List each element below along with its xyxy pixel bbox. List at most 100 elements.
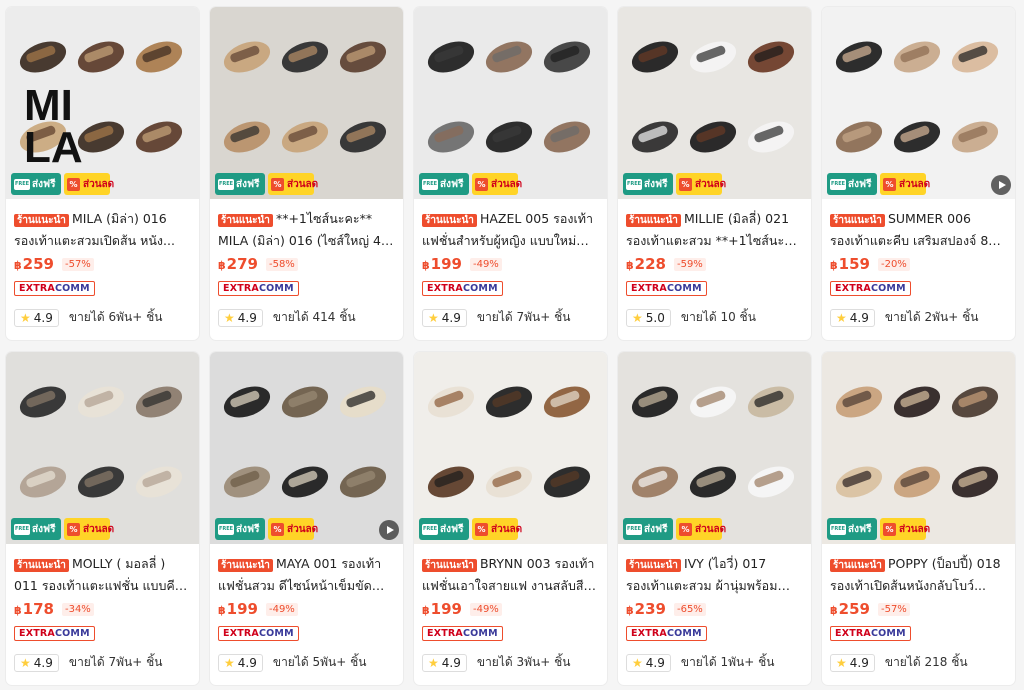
product-image[interactable]: ส่งฟรี % ส่วนลด xyxy=(414,352,607,544)
discount-percent: -57% xyxy=(877,602,910,616)
product-meta: ★ 4.9 ขายได้ 7พัน+ ชิ้น xyxy=(14,653,191,672)
extra-label: EXTRA xyxy=(427,628,463,639)
star-icon: ★ xyxy=(224,310,235,325)
product-card[interactable]: ส่งฟรี % ส่วนลด ร้านแนะนำIVY (ไอวี่) 017… xyxy=(618,352,811,685)
rating-value: 4.9 xyxy=(237,310,257,325)
product-title[interactable]: ร้านแนะนำ **+1ไซส์นะคะ** MILA (มิล่า) 016… xyxy=(218,209,395,249)
discount-label: ส่วนลด xyxy=(491,178,523,190)
price-value: 259 xyxy=(838,600,870,618)
star-icon: ★ xyxy=(428,655,439,670)
product-photo xyxy=(618,352,811,544)
promo-badges: ส่งฟรี % ส่วนลด xyxy=(419,518,522,540)
promo-badges: ส่งฟรี % ส่วนลด xyxy=(623,173,726,195)
discount-badge: % ส่วนลด xyxy=(880,173,930,195)
price: ฿159 xyxy=(830,255,870,273)
product-title[interactable]: ร้านแนะนำ MILA (มิล่า) 016 รองเท้าแตะสวมเ… xyxy=(14,209,191,249)
free-shipping-badge: ส่งฟรี xyxy=(215,173,265,195)
free-shipping-label: ส่งฟรี xyxy=(32,178,56,190)
product-image[interactable]: MI LA ส่งฟรี % ส่วนลด xyxy=(6,7,199,199)
product-image[interactable]: ส่งฟรี % ส่วนลด xyxy=(822,7,1015,199)
currency-symbol: ฿ xyxy=(422,604,430,617)
product-image[interactable]: ส่งฟรี % ส่วนลด xyxy=(618,7,811,199)
rating-badge: ★ 4.9 xyxy=(218,653,263,672)
product-image[interactable]: ส่งฟรี % ส่วนลด xyxy=(414,7,607,199)
price-row: ฿259 -57% xyxy=(14,253,191,275)
price-row: ฿228 -59% xyxy=(626,253,803,275)
star-icon: ★ xyxy=(224,655,235,670)
extra-comm-badge: EXTRACOMM xyxy=(830,281,911,296)
rating-badge: ★ 4.9 xyxy=(830,653,875,672)
rating-badge: ★ 4.9 xyxy=(14,653,59,672)
shop-badge: ร้านแนะนำ xyxy=(218,559,273,572)
play-icon[interactable] xyxy=(991,175,1011,195)
product-card[interactable]: ส่งฟรี % ส่วนลด ร้านแนะนำSUMMER 006 รองเ… xyxy=(822,7,1015,340)
price-row: ฿159 -20% xyxy=(830,253,1007,275)
product-card[interactable]: ส่งฟรี % ส่วนลด ร้านแนะนำMOLLY ( มอลลี่ … xyxy=(6,352,199,685)
product-image[interactable]: ส่งฟรี % ส่วนลด xyxy=(618,352,811,544)
discount-percent: -34% xyxy=(61,602,94,616)
product-card[interactable]: ส่งฟรี % ส่วนลด ร้านแนะนำBRYNN 003 รองเท… xyxy=(414,352,607,685)
price-row: ฿199 -49% xyxy=(422,598,599,620)
product-title[interactable]: ร้านแนะนำ HAZEL 005 รองเท้าแฟชั่นสำหรับผู… xyxy=(422,209,599,249)
price-value: 159 xyxy=(838,255,870,273)
comm-label: COMM xyxy=(54,283,90,294)
percent-icon: % xyxy=(67,177,80,191)
shop-badge: ร้านแนะนำ xyxy=(218,214,273,227)
shop-badge: ร้านแนะนำ xyxy=(830,214,885,227)
product-meta: ★ 4.9 ขายได้ 218 ชิ้น xyxy=(830,653,1007,672)
shop-badge: ร้านแนะนำ xyxy=(830,559,885,572)
rating-badge: ★ 4.9 xyxy=(830,308,875,327)
product-meta: ★ 4.9 ขายได้ 5พัน+ ชิ้น xyxy=(218,653,395,672)
product-info: ร้านแนะนำ MILLIE (มิลลี่) 021 รองเท้าแตะส… xyxy=(618,199,811,327)
discount-badge: % ส่วนลด xyxy=(880,518,930,540)
product-title[interactable]: ร้านแนะนำ MOLLY ( มอลลี่ ) 011 รองเท้าแตะ… xyxy=(14,554,191,594)
product-image[interactable]: ส่งฟรี % ส่วนลด xyxy=(210,7,403,199)
product-title[interactable]: ร้านแนะนำ SUMMER 006 รองเท้าแตะคีบ เสริมส… xyxy=(830,209,1007,249)
extra-label: EXTRA xyxy=(19,283,55,294)
product-card[interactable]: ส่งฟรี % ส่วนลด ร้านแนะนำMAYA 001 รองเท้… xyxy=(210,352,403,685)
price-row: ฿239 -65% xyxy=(626,598,803,620)
product-image[interactable]: ส่งฟรี % ส่วนลด xyxy=(210,352,403,544)
discount-label: ส่วนลด xyxy=(83,523,115,535)
product-title[interactable]: ร้านแนะนำ MILLIE (มิลลี่) 021 รองเท้าแตะส… xyxy=(626,209,803,249)
comm-label: COMM xyxy=(54,628,90,639)
truck-icon xyxy=(14,523,30,535)
product-title[interactable]: ร้านแนะนำ POPPY (ป็อปปี้) 018 รองเท้าเปิด… xyxy=(830,554,1007,594)
shop-badge: ร้านแนะนำ xyxy=(626,214,681,227)
extra-label: EXTRA xyxy=(631,628,667,639)
product-card[interactable]: ส่งฟรี % ส่วนลด ร้านแนะนำ**+1ไซส์นะคะ** … xyxy=(210,7,403,340)
product-card[interactable]: ส่งฟรี % ส่วนลด ร้านแนะนำPOPPY (ป็อปปี้)… xyxy=(822,352,1015,685)
shop-badge: ร้านแนะนำ xyxy=(626,559,681,572)
free-shipping-badge: ส่งฟรี xyxy=(419,173,469,195)
product-meta: ★ 4.9 ขายได้ 6พัน+ ชิ้น xyxy=(14,308,191,327)
product-image[interactable]: ส่งฟรี % ส่วนลด xyxy=(822,352,1015,544)
product-photo xyxy=(822,352,1015,544)
product-title[interactable]: ร้านแนะนำ IVY (ไอวี่) 017 รองเท้าแตะสวม ผ… xyxy=(626,554,803,594)
product-title[interactable]: ร้านแนะนำ BRYNN 003 รองเท้าแฟชั่นเอาใจสาย… xyxy=(422,554,599,594)
truck-icon xyxy=(14,178,30,190)
free-shipping-label: ส่งฟรี xyxy=(848,178,872,190)
product-card[interactable]: MI LA ส่งฟรี % ส่วนลด ร้านแนะนำMILA (มิล… xyxy=(6,7,199,340)
play-icon[interactable] xyxy=(379,520,399,540)
product-info: ร้านแนะนำ POPPY (ป็อปปี้) 018 รองเท้าเปิด… xyxy=(822,544,1015,672)
currency-symbol: ฿ xyxy=(14,604,22,617)
product-card[interactable]: ส่งฟรี % ส่วนลด ร้านแนะนำMILLIE (มิลลี่)… xyxy=(618,7,811,340)
extra-label: EXTRA xyxy=(631,283,667,294)
currency-symbol: ฿ xyxy=(422,259,430,272)
price-value: 199 xyxy=(226,600,258,618)
rating-value: 4.9 xyxy=(441,310,461,325)
price-value: 228 xyxy=(634,255,666,273)
sold-count: ขายได้ 7พัน+ ชิ้น xyxy=(476,310,571,324)
rating-badge: ★ 4.9 xyxy=(626,653,671,672)
product-title[interactable]: ร้านแนะนำ MAYA 001 รองเท้าแฟชั่นสวม ดีไซน… xyxy=(218,554,395,594)
truck-icon xyxy=(830,178,846,190)
product-image[interactable]: ส่งฟรี % ส่วนลด xyxy=(6,352,199,544)
product-meta: ★ 4.9 ขายได้ 414 ชิ้น xyxy=(218,308,395,327)
price-row: ฿178 -34% xyxy=(14,598,191,620)
sold-count: ขายได้ 218 ชิ้น xyxy=(884,655,968,669)
product-photo xyxy=(210,352,403,544)
currency-symbol: ฿ xyxy=(218,604,226,617)
free-shipping-badge: ส่งฟรี xyxy=(419,518,469,540)
product-card[interactable]: ส่งฟรี % ส่วนลด ร้านแนะนำHAZEL 005 รองเท… xyxy=(414,7,607,340)
discount-label: ส่วนลด xyxy=(83,178,115,190)
